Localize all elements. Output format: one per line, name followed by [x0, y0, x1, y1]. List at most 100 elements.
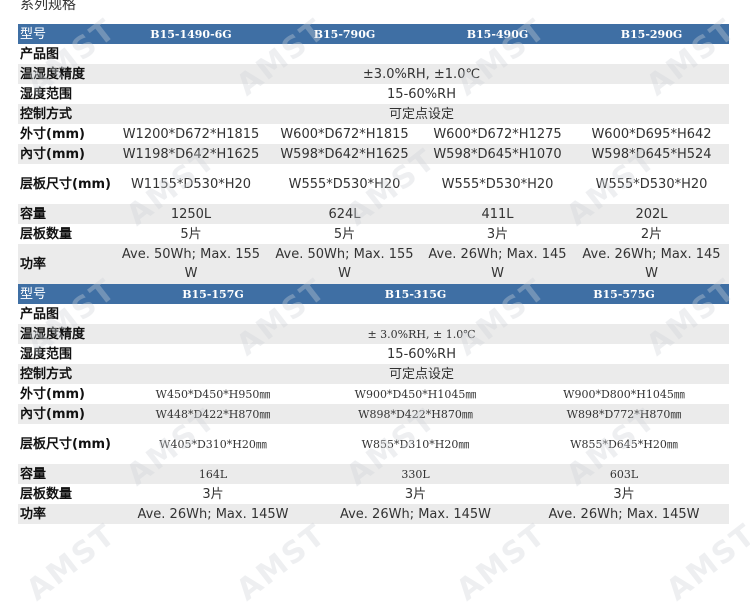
table-cell: 330L — [312, 464, 519, 484]
table-row: 温湿度精度 ± 3.0%RH, ± 1.0℃ — [18, 324, 729, 344]
product-image-cell — [519, 304, 729, 324]
watermark-logo: AMST — [20, 516, 123, 608]
spanning-value: 15-60%RH — [387, 86, 456, 102]
spanning-value: ± 3.0%RH, ± 1.0℃ — [114, 324, 729, 344]
table-cell: W600*D672*H1275 — [433, 126, 562, 142]
table-row: 层板尺寸(mm) W1155*D530*H20 W555*D530*H20 W5… — [18, 164, 729, 204]
row-label: 功率 — [18, 504, 114, 524]
product-image-cell — [268, 44, 421, 64]
table-cell: Ave. 50Wh; Max. 155 W — [268, 244, 421, 284]
table-cell: W1200*D672*H1815 — [122, 126, 260, 142]
table-row: 內寸(mm) W448*D422*H870㎜ W898*D422*H870㎜ W… — [18, 404, 729, 424]
table-row: 內寸(mm) W1198*D642*H1625 W598*D642*H1625 … — [18, 144, 729, 164]
table-row: 层板尺寸(mm) W405*D310*H20㎜ W855*D310*H20㎜ W… — [18, 424, 729, 464]
table-cell: Ave. 26Wh; Max. 145W — [312, 504, 519, 524]
row-label: 內寸(mm) — [18, 404, 114, 424]
table-row: 外寸(mm) W1200*D672*H1815 W600*D672*H1815 … — [18, 124, 729, 144]
row-label: 产品图 — [20, 46, 60, 62]
table-cell: 603L — [519, 464, 729, 484]
row-label: 控制方式 — [18, 364, 114, 384]
table-cell: W900*D450*H1045㎜ — [354, 387, 477, 401]
table-cell: W900*D800*H1045㎜ — [563, 387, 685, 401]
table-cell: W555*D530*H20 — [288, 176, 401, 192]
table-cell: 624L — [268, 204, 421, 224]
spec-table-1: 型号 B15-1490-6G B15-790G B15-490G B15-290… — [18, 24, 729, 284]
table-cell: 5片 — [333, 226, 356, 242]
table-cell: W448*D422*H870㎜ — [114, 404, 312, 424]
table-row: 湿度范围 15-60%RH — [18, 84, 729, 104]
spanning-value: 可定点设定 — [114, 104, 729, 124]
row-label: 层板尺寸(mm) — [20, 176, 111, 192]
table-cell: W898*D422*H870㎜ — [312, 404, 519, 424]
table-cell: W450*D450*H950㎜ — [155, 387, 271, 401]
watermark-logo: AMST — [660, 516, 750, 608]
table-cell: 3片 — [202, 486, 224, 502]
table-cell: W1198*D642*H1625 — [114, 144, 268, 164]
table-header-row: 型号 B15-157G B15-315G B15-575G — [18, 284, 729, 304]
table-row: 控制方式 可定点设定 — [18, 364, 729, 384]
table-cell: W1155*D530*H20 — [130, 176, 252, 192]
row-label: 外寸(mm) — [20, 126, 85, 142]
row-label: 层板数量 — [20, 486, 73, 502]
table-cell: W898*D772*H870㎜ — [519, 404, 729, 424]
table-cell: 202L — [574, 204, 729, 224]
table-cell: 2片 — [640, 226, 663, 242]
row-label: 层板尺寸(mm) — [20, 436, 111, 452]
row-label: 容量 — [18, 204, 114, 224]
table-row: 容量 164L 330L 603L — [18, 464, 729, 484]
table-cell: Ave. 26Wh; Max. 145W — [114, 504, 312, 524]
table-cell: Ave. 26Wh; Max. 145 W — [421, 244, 574, 284]
table-row: 湿度范围 15-60%RH — [18, 344, 729, 364]
product-image-cell — [114, 304, 312, 324]
table-cell: W555*D530*H20 — [441, 176, 554, 192]
spanning-value: ±3.0%RH, ±1.0℃ — [114, 64, 729, 84]
spec-table-2: 型号 B15-157G B15-315G B15-575G 产品图 温湿度精度 … — [18, 284, 729, 524]
spanning-value: 15-60%RH — [387, 346, 456, 362]
table-cell: 164L — [114, 464, 312, 484]
row-label: 容量 — [18, 464, 114, 484]
row-label: 湿度范围 — [20, 86, 73, 102]
model-header-label: 型号 — [18, 24, 114, 44]
table-row: 控制方式 可定点设定 — [18, 104, 729, 124]
row-label: 外寸(mm) — [20, 386, 85, 402]
table-row: 层板数量 5片 5片 3片 2片 — [18, 224, 729, 244]
row-label: 温湿度精度 — [18, 64, 114, 84]
product-image-cell — [114, 44, 268, 64]
model-header-label: 型号 — [18, 284, 114, 304]
watermark-logo: AMST — [450, 516, 553, 608]
table-cell: W600*D672*H1815 — [280, 126, 409, 142]
row-label: 內寸(mm) — [18, 144, 114, 164]
table-row: 功率 Ave. 26Wh; Max. 145W Ave. 26Wh; Max. … — [18, 504, 729, 524]
table-row: 温湿度精度 ±3.0%RH, ±1.0℃ — [18, 64, 729, 84]
table-row: 容量 1250L 624L 411L 202L — [18, 204, 729, 224]
model-name: B15-490G — [421, 24, 574, 44]
model-name: B15-790G — [268, 24, 421, 44]
product-image-cell — [574, 44, 729, 64]
table-cell: W405*D310*H20㎜ — [159, 437, 267, 451]
table-cell: Ave. 26Wh; Max. 145 W — [574, 244, 729, 284]
table-header-row: 型号 B15-1490-6G B15-790G B15-490G B15-290… — [18, 24, 729, 44]
table-row: 产品图 — [18, 304, 729, 324]
table-cell: 411L — [421, 204, 574, 224]
model-name: B15-575G — [519, 284, 729, 304]
model-name: B15-1490-6G — [114, 24, 268, 44]
table-row: 功率 Ave. 50Wh; Max. 155 W Ave. 50Wh; Max.… — [18, 244, 729, 284]
table-cell: 3片 — [486, 226, 509, 242]
product-image-cell — [312, 304, 519, 324]
table-cell: W855*D645*H20㎜ — [570, 437, 678, 451]
table-cell: W555*D530*H20 — [595, 176, 708, 192]
table-cell: 3片 — [404, 486, 427, 502]
table-cell: 1250L — [114, 204, 268, 224]
row-label: 功率 — [18, 244, 114, 284]
table-cell: W598*D645*H1070 — [421, 144, 574, 164]
table-row: 层板数量 3片 3片 3片 — [18, 484, 729, 504]
spanning-value: 可定点设定 — [114, 364, 729, 384]
row-label: 层板数量 — [20, 226, 73, 242]
row-label: 控制方式 — [18, 104, 114, 124]
model-name: B15-290G — [574, 24, 729, 44]
watermark-logo: AMST — [230, 516, 333, 608]
table-cell: 5片 — [180, 226, 202, 242]
section-title: 系列规格 — [20, 0, 76, 13]
table-cell: 3片 — [613, 486, 635, 502]
table-cell: W855*D310*H20㎜ — [361, 437, 470, 451]
